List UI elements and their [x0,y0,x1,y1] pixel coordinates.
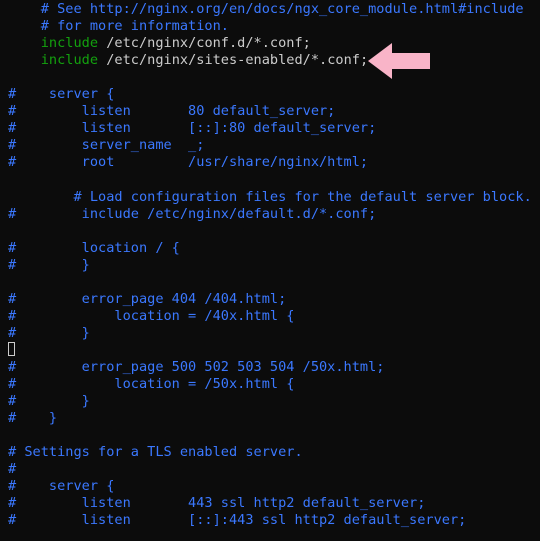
text-cursor [8,341,15,356]
terminal-editor[interactable]: # See http://nginx.org/en/docs/ngx_core_… [0,0,540,541]
code-line: # error_page 500 502 503 504 /50x.html; [8,358,385,375]
include-line-highlighted: include /etc/nginx/sites-enabled/*.conf; [0,52,540,69]
code-line: # listen [::]:80 default_server; [8,120,377,137]
code-line: # } [8,256,90,273]
include-keyword: include [40,52,99,69]
code-line: # listen 80 default_server; [8,103,336,120]
code-line: # error_page 404 /404.html; [8,290,287,307]
code-line: # Load configuration files for the defau… [8,188,532,205]
code-line: # See http://nginx.org/en/docs/ngx_core_… [8,1,524,17]
code-line: # server { [8,86,115,103]
code-line: # location / { [8,239,180,256]
code-line: # server { [8,478,115,495]
cursor-line[interactable] [0,341,540,359]
code-line: # } [8,410,58,427]
include-path: /etc/nginx/conf.d/*.conf; [98,35,311,52]
code-line: # Settings for a TLS enabled server. [8,444,303,461]
code-line: # [8,461,17,478]
code-line: # location = /50x.html { [8,376,295,393]
code-lines: # See http://nginx.org/en/docs/ngx_core_… [0,0,540,529]
include-line: include /etc/nginx/conf.d/*.conf; [0,35,540,52]
code-line: # } [8,324,90,341]
code-line: # location = /40x.html { [8,307,295,324]
code-line: # include /etc/nginx/default.d/*.conf; [8,205,377,222]
code-line: # listen 443 ssl http2 default_server; [8,495,426,512]
code-line: # server_name _; [8,137,205,154]
include-path: /etc/nginx/sites-enabled/*.conf; [98,52,369,69]
include-keyword: include [40,35,99,52]
code-line: # root /usr/share/nginx/html; [8,154,369,171]
pink-left-arrow-icon [368,43,430,79]
code-line: # } [8,393,90,410]
code-line: # listen [::]:443 ssl http2 default_serv… [8,512,467,529]
code-line: # for more information. [8,18,229,35]
